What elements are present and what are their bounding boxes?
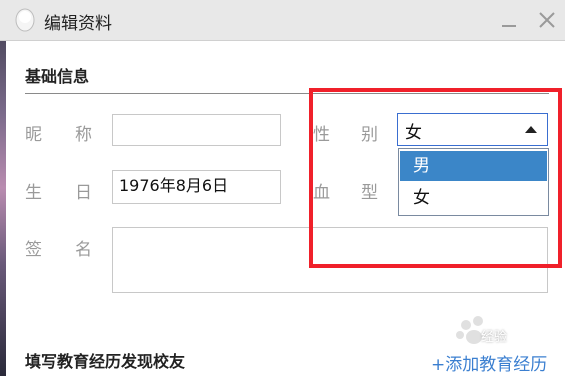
window-title: 编辑资料 [44,14,112,34]
add-education-link[interactable]: +添加教育经历 [431,350,547,375]
section-title-basic-info: 基础信息 [25,67,90,86]
section-title-education: 填写教育经历发现校友 [25,352,186,371]
nickname-label-char2: 称 [75,125,92,145]
penguin-avatar-icon [15,8,35,32]
signature-label-char1: 签 [25,240,42,260]
nickname-input[interactable] [112,114,281,146]
birthday-label-char2: 日 [75,183,92,203]
signature-label-char2: 名 [75,240,92,260]
red-highlight-annotation [309,88,562,268]
watermark-text: 经验 [481,330,508,345]
minimize-icon[interactable] [497,8,521,32]
birthday-label-char1: 生 [25,183,42,203]
close-icon[interactable] [535,8,559,32]
title-bar[interactable]: 编辑资料 [0,0,565,41]
nickname-label-char1: 昵 [25,125,42,145]
birthday-input[interactable]: 1976年8月6日 [112,170,281,204]
background-desktop-strip [0,0,6,376]
